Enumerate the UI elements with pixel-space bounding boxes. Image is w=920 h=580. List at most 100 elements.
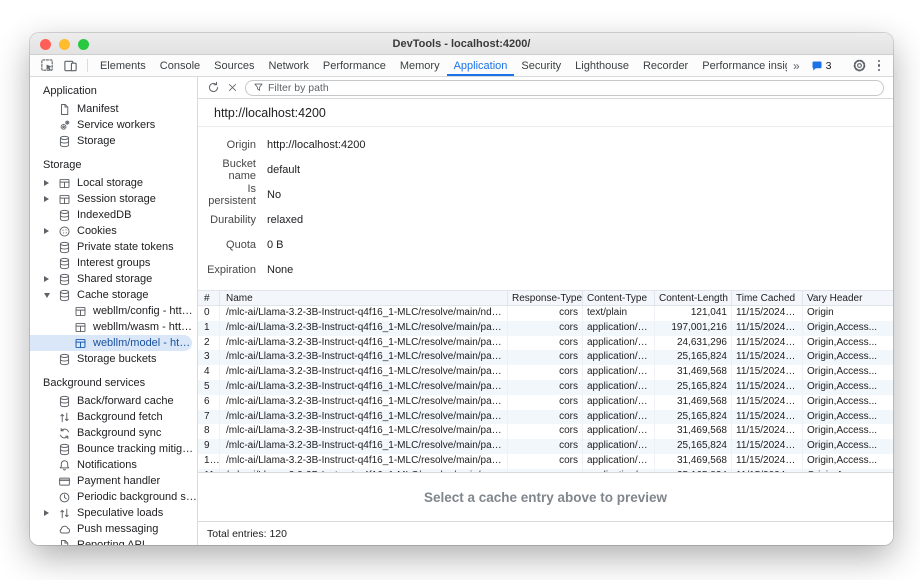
tab-label: Memory — [400, 60, 440, 72]
settings-gear-icon[interactable] — [848, 58, 871, 73]
sidebar-item-background-fetch[interactable]: Background fetch — [30, 409, 197, 425]
chevron-right-icon[interactable] — [44, 510, 57, 516]
tab-memory[interactable]: Memory — [393, 55, 447, 76]
sidebar-item-service-workers[interactable]: Service workers — [30, 117, 197, 133]
tab-sources[interactable]: Sources — [207, 55, 261, 76]
entry-time-cached: 11/15/2024, 10... — [732, 439, 803, 454]
entry-time-cached: 11/15/2024, 10... — [732, 395, 803, 410]
device-toolbar-icon[interactable] — [59, 55, 82, 76]
sidebar-item-cookies[interactable]: Cookies — [30, 223, 197, 239]
sidebar-item-bounce-tracking-mitigations[interactable]: Bounce tracking mitigations — [30, 441, 197, 457]
cache-entry-row[interactable]: 10/mlc-ai/Llama-3.2-3B-Instruct-q4f16_1-… — [198, 454, 893, 469]
cache-entry-row[interactable]: 1/mlc-ai/Llama-3.2-3B-Instruct-q4f16_1-M… — [198, 321, 893, 336]
sidebar-item-webllm-model-http-loc[interactable]: webllm/model - http://loc... — [30, 335, 192, 351]
sidebar-item-session-storage[interactable]: Session storage — [30, 191, 197, 207]
minimize-button[interactable] — [59, 39, 70, 50]
sidebar-item-manifest[interactable]: Manifest — [30, 101, 197, 117]
tab-application[interactable]: Application — [447, 55, 515, 76]
column-header-content-length[interactable]: Content-Length — [655, 291, 732, 305]
delete-selected-icon[interactable] — [227, 82, 238, 93]
tab-performance-insights[interactable]: Performance insights — [695, 55, 787, 76]
cache-entry-row[interactable]: 7/mlc-ai/Llama-3.2-3B-Instruct-q4f16_1-M… — [198, 410, 893, 425]
column-header-response-type[interactable]: Response-Type — [508, 291, 583, 305]
sidebar-item-interest-groups[interactable]: Interest groups — [30, 255, 197, 271]
cache-entry-row[interactable]: 5/mlc-ai/Llama-3.2-3B-Instruct-q4f16_1-M… — [198, 380, 893, 395]
entry-content-type: application/oc... — [583, 395, 655, 410]
sidebar-item-webllm-config-http-loc[interactable]: webllm/config - http://loc... — [30, 303, 197, 319]
tab-recorder[interactable]: Recorder — [636, 55, 695, 76]
devtools-content: ApplicationManifestService workersStorag… — [30, 77, 893, 545]
column-header-vary-header[interactable]: Vary Header — [803, 291, 893, 305]
tab-lighthouse[interactable]: Lighthouse — [568, 55, 636, 76]
cache-entry-row[interactable]: 2/mlc-ai/Llama-3.2-3B-Instruct-q4f16_1-M… — [198, 336, 893, 351]
preview-area: Select a cache entry above to preview — [198, 472, 893, 521]
sidebar-item-push-messaging[interactable]: Push messaging — [30, 521, 197, 537]
sync-icon — [57, 427, 71, 440]
issues-icon — [811, 60, 823, 72]
cache-entry-row[interactable]: 4/mlc-ai/Llama-3.2-3B-Instruct-q4f16_1-M… — [198, 365, 893, 380]
close-button[interactable] — [40, 39, 51, 50]
sidebar-item-background-sync[interactable]: Background sync — [30, 425, 197, 441]
refresh-icon[interactable] — [207, 81, 220, 94]
database-icon — [57, 395, 71, 408]
tab-network[interactable]: Network — [262, 55, 316, 76]
issues-button[interactable]: 3 — [806, 60, 837, 72]
entry-vary-header: Origin,Access... — [803, 380, 893, 395]
sidebar-item-label: Speculative loads — [77, 507, 163, 519]
tab-label: Sources — [214, 60, 254, 72]
sidebar-item-periodic-background-sync[interactable]: Periodic background sync — [30, 489, 197, 505]
cache-entry-row[interactable]: 6/mlc-ai/Llama-3.2-3B-Instruct-q4f16_1-M… — [198, 395, 893, 410]
entry-content-length: 24,631,296 — [655, 336, 732, 351]
column-header-time-cached[interactable]: Time Cached — [732, 291, 803, 305]
more-options-icon[interactable] — [871, 60, 888, 72]
entry-content-type: application/oc... — [583, 410, 655, 425]
entry-name: /mlc-ai/Llama-3.2-3B-Instruct-q4f16_1-ML… — [220, 321, 508, 336]
sidebar-item-storage-buckets[interactable]: Storage buckets — [30, 351, 197, 367]
entry-content-length: 121,041 — [655, 306, 732, 321]
sidebar-item-indexeddb[interactable]: IndexedDB — [30, 207, 197, 223]
entry-content-type: application/oc... — [583, 424, 655, 439]
column-header-[interactable]: # — [198, 291, 220, 305]
column-header-content-type[interactable]: Content-Type — [583, 291, 655, 305]
sidebar-item-webllm-wasm-http-loca[interactable]: webllm/wasm - http://loca... — [30, 319, 197, 335]
report-label: Is persistent — [198, 183, 256, 207]
sidebar-item-reporting-api[interactable]: Reporting API — [30, 537, 197, 545]
tab-console[interactable]: Console — [153, 55, 207, 76]
section-header: Storage — [30, 156, 197, 175]
chevron-down-icon[interactable] — [44, 293, 57, 298]
sidebar-item-local-storage[interactable]: Local storage — [30, 175, 197, 191]
sidebar-item-label: Background fetch — [77, 411, 163, 423]
chevron-right-icon[interactable] — [44, 228, 57, 234]
sidebar-item-speculative-loads[interactable]: Speculative loads — [30, 505, 197, 521]
cache-entry-row[interactable]: 3/mlc-ai/Llama-3.2-3B-Instruct-q4f16_1-M… — [198, 350, 893, 365]
sidebar-item-back-forward-cache[interactable]: Back/forward cache — [30, 393, 197, 409]
cache-entries-table: #NameResponse-TypeContent-TypeContent-Le… — [198, 290, 893, 472]
toolbar-right: » 3 — [787, 55, 893, 76]
report-row-expiration: ExpirationNone — [198, 257, 893, 282]
tab-performance[interactable]: Performance — [316, 55, 393, 76]
section-header: Background services — [30, 374, 197, 393]
sidebar-item-private-state-tokens[interactable]: Private state tokens — [30, 239, 197, 255]
tab-elements[interactable]: Elements — [93, 55, 153, 76]
zoom-button[interactable] — [78, 39, 89, 50]
sidebar-item-storage[interactable]: Storage — [30, 133, 197, 149]
cache-entry-row[interactable]: 0/mlc-ai/Llama-3.2-3B-Instruct-q4f16_1-M… — [198, 306, 893, 321]
filter-box[interactable] — [245, 80, 884, 96]
more-tabs-button[interactable]: » — [787, 59, 806, 73]
column-header-name[interactable]: Name — [220, 291, 508, 305]
chevron-right-icon[interactable] — [44, 276, 57, 282]
card-icon — [57, 475, 71, 488]
document-icon — [57, 103, 71, 116]
chevron-right-icon[interactable] — [44, 196, 57, 202]
entry-name: /mlc-ai/Llama-3.2-3B-Instruct-q4f16_1-ML… — [220, 336, 508, 351]
inspect-element-icon[interactable] — [36, 55, 59, 76]
cache-entry-row[interactable]: 9/mlc-ai/Llama-3.2-3B-Instruct-q4f16_1-M… — [198, 439, 893, 454]
chevron-right-icon[interactable] — [44, 180, 57, 186]
cache-entry-row[interactable]: 8/mlc-ai/Llama-3.2-3B-Instruct-q4f16_1-M… — [198, 424, 893, 439]
sidebar-item-payment-handler[interactable]: Payment handler — [30, 473, 197, 489]
filter-input[interactable] — [268, 82, 876, 94]
tab-security[interactable]: Security — [514, 55, 568, 76]
sidebar-item-cache-storage[interactable]: Cache storage — [30, 287, 197, 303]
sidebar-item-shared-storage[interactable]: Shared storage — [30, 271, 197, 287]
sidebar-item-notifications[interactable]: Notifications — [30, 457, 197, 473]
